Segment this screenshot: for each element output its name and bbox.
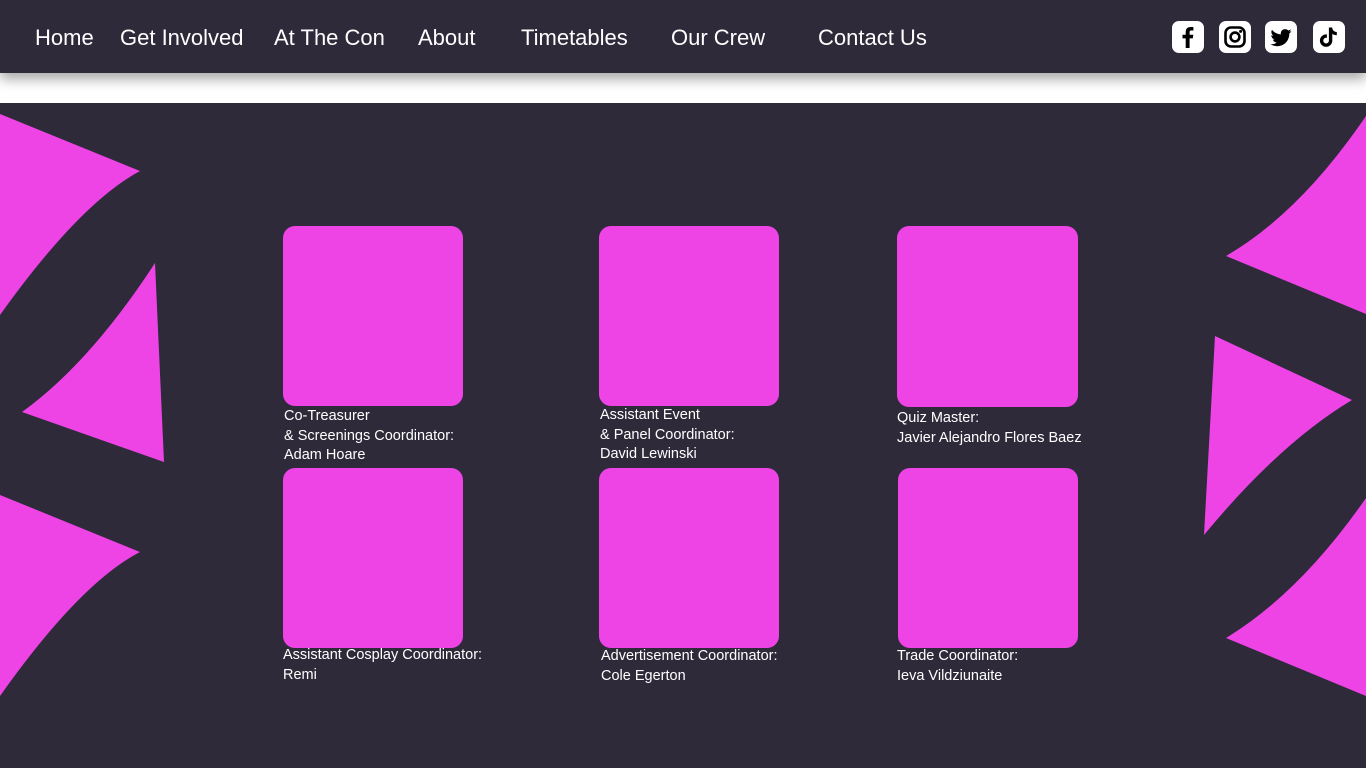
- crew-member-name: Javier Alejandro Flores Baez: [897, 429, 1082, 446]
- nav-contact-us-link[interactable]: Contact Us: [818, 24, 927, 52]
- crew-member-caption: Quiz Master: Javier Alejandro Flores Bae…: [897, 409, 1082, 448]
- facebook-icon[interactable]: [1172, 21, 1204, 53]
- crew-member-caption: Assistant Cosplay Coordinator: Remi: [283, 646, 482, 685]
- decorative-triangle: [0, 114, 140, 315]
- crew-member-caption: Advertisement Coordinator: Cole Egerton: [601, 647, 778, 686]
- nav-home-link[interactable]: Home: [35, 24, 94, 52]
- top-navigation-bar: Home Get Involved At The Con About Timet…: [0, 0, 1366, 73]
- decorative-triangle: [1226, 498, 1366, 696]
- crew-photo-placeholder: [599, 226, 779, 406]
- crew-member-caption: Trade Coordinator: Ieva Vildziunaite: [897, 647, 1018, 686]
- nav-at-the-con-link[interactable]: At The Con: [274, 24, 385, 52]
- tiktok-icon[interactable]: [1313, 21, 1345, 53]
- crew-role-line: Advertisement Coordinator:: [601, 648, 778, 664]
- crew-member-caption: Co-Treasurer & Screenings Coordinator: A…: [284, 407, 454, 466]
- decorative-triangle: [1226, 116, 1366, 314]
- crew-photo-placeholder: [599, 468, 779, 648]
- crew-member-name: Ieva Vildziunaite: [897, 667, 1003, 684]
- crew-member-caption: Assistant Event & Panel Coordinator: Dav…: [600, 406, 735, 465]
- crew-section: Co-Treasurer & Screenings Coordinator: A…: [0, 103, 1366, 768]
- crew-member-name: Adam Hoare: [284, 447, 366, 463]
- decorative-triangle: [22, 263, 164, 462]
- nav-get-involved-link[interactable]: Get Involved: [120, 24, 244, 52]
- crew-role-line: Co-Treasurer: [284, 408, 370, 424]
- decorative-triangle: [1204, 336, 1352, 535]
- nav-our-crew-link[interactable]: Our Crew: [671, 24, 765, 52]
- crew-role-line: Trade Coordinator:: [897, 648, 1019, 664]
- crew-member-name: David Lewinski: [600, 446, 697, 462]
- crew-role-line: & Panel Coordinator:: [600, 426, 735, 443]
- crew-member-name: Remi: [283, 666, 317, 683]
- crew-role-line: Assistant Cosplay Coordinator:: [283, 647, 483, 663]
- crew-photo-placeholder: [897, 226, 1078, 407]
- nav-timetables-link[interactable]: Timetables: [521, 24, 628, 52]
- instagram-icon[interactable]: [1219, 21, 1251, 53]
- crew-role-line: Assistant Event: [600, 407, 700, 423]
- decorative-triangle: [0, 495, 140, 696]
- twitter-icon[interactable]: [1265, 21, 1297, 53]
- crew-photo-placeholder: [283, 468, 463, 648]
- crew-role-line: Quiz Master:: [897, 410, 980, 426]
- crew-role-line: & Screenings Coordinator:: [284, 427, 455, 444]
- nav-about-link[interactable]: About: [418, 24, 476, 52]
- crew-photo-placeholder: [283, 226, 463, 406]
- crew-photo-placeholder: [898, 468, 1078, 648]
- crew-member-name: Cole Egerton: [601, 667, 686, 684]
